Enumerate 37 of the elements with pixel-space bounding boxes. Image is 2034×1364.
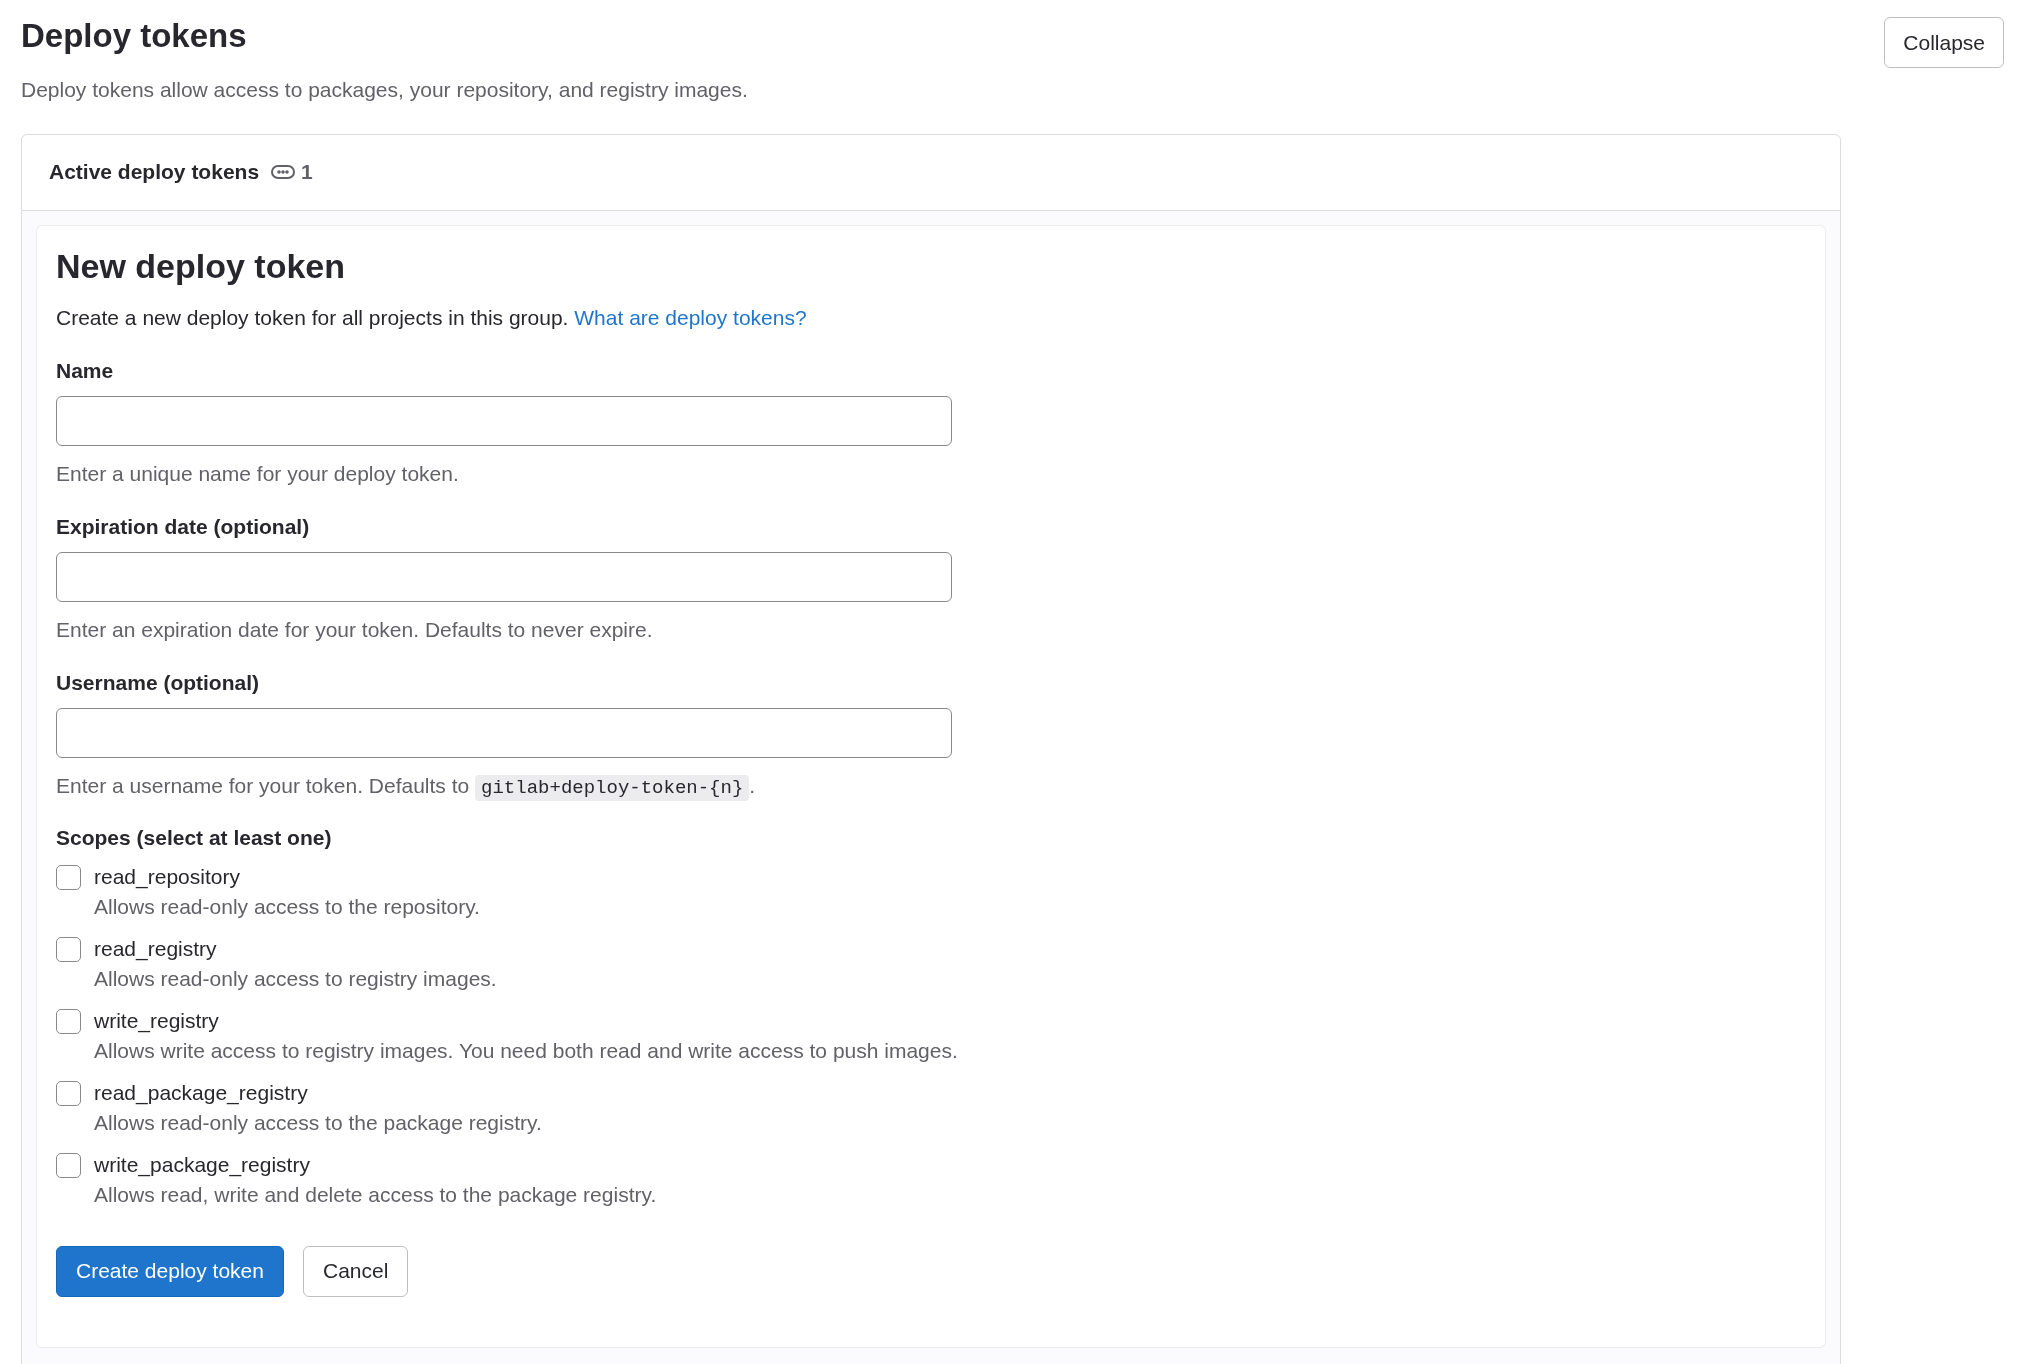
scope-name: read_registry [94, 935, 218, 963]
checkbox[interactable] [56, 1080, 81, 1106]
form-intro: Create a new deploy token for all projects in this group. What are deploy tokens? [56, 304, 808, 331]
scope-name: write_registry [94, 1007, 220, 1035]
input-field[interactable] [56, 551, 952, 602]
scope-name: read_repository [94, 863, 241, 891]
checkbox[interactable] [56, 1008, 81, 1034]
page-title: Deploy tokens [21, 16, 248, 56]
field-hint: Enter a username for your token. Defaults to gitlab+deploy-token-{n} . [56, 772, 757, 802]
token-count: 1 [301, 159, 313, 186]
scope-name: read_package_registry [94, 1079, 309, 1107]
scope-description: Allows read-only access to registry images. [94, 965, 497, 992]
scope-description: Allows write access to registry images. You need both read and write access to push images. [94, 1037, 958, 1064]
collapse-button[interactable]: Collapse [1884, 17, 2004, 68]
field-hint: Enter an expiration date for your token. Defaults to never expire. [56, 616, 654, 643]
input-field[interactable] [56, 707, 952, 758]
scope-name: write_package_registry [94, 1151, 311, 1179]
scopes-label: Scopes (select at least one) [56, 825, 332, 851]
field-label: Name [56, 358, 115, 384]
scope-description: Allows read-only access to the package registry. [94, 1109, 542, 1136]
section-heading: Active deploy tokens [49, 159, 260, 186]
create-button[interactable]: Create deploy token [56, 1245, 284, 1297]
checkbox[interactable] [56, 1152, 81, 1178]
help-link[interactable]: What are deploy tokens? [574, 305, 807, 329]
field-hint: Enter a unique name for your deploy token. [56, 460, 460, 487]
scope-description: Allows read, write and delete access to the package registry. [94, 1181, 657, 1208]
cancel-button[interactable]: Cancel [302, 1245, 409, 1297]
checkbox[interactable] [56, 864, 81, 890]
checkbox[interactable] [56, 936, 81, 962]
input-field[interactable] [56, 395, 952, 446]
scope-description: Allows read-only access to the repository. [94, 893, 480, 920]
field-label: Expiration date (optional) [56, 514, 311, 540]
field-label: Username (optional) [56, 670, 261, 696]
token-icon [271, 164, 296, 180]
page-description: Deploy tokens allow access to packages, your repository, and registry images. [21, 77, 748, 103]
code-snippet: gitlab+deploy-token-{n} [475, 774, 750, 801]
form-title: New deploy token [56, 245, 347, 287]
